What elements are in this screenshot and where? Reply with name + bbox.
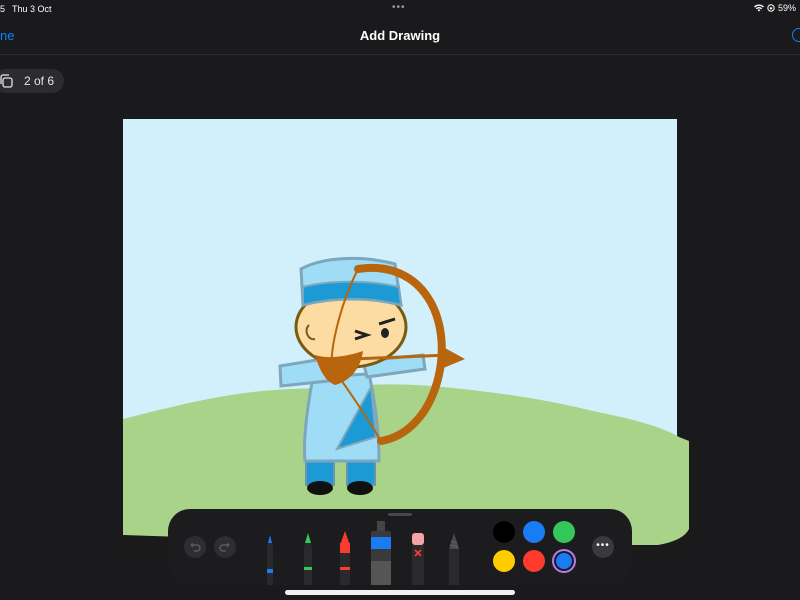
toolbar-grabber[interactable] <box>388 513 412 516</box>
ellipsis-icon: ••• <box>596 540 610 551</box>
orientation-lock-icon <box>767 4 775 12</box>
page-indicator[interactable]: 2 of 6 <box>0 69 64 93</box>
wifi-icon <box>753 4 764 12</box>
redo-icon <box>219 542 230 552</box>
pencil-tool-icon[interactable] <box>444 531 464 585</box>
crayon-tool-icon[interactable] <box>334 529 356 585</box>
pages-icon <box>0 74 13 88</box>
color-swatch[interactable] <box>523 521 545 543</box>
color-swatch[interactable] <box>556 553 572 569</box>
status-indicators: 59% <box>753 3 796 13</box>
undo-icon <box>190 542 201 552</box>
eraser-tool-icon[interactable] <box>408 531 428 585</box>
page-indicator-label: 2 of 6 <box>24 74 55 88</box>
page-title: Add Drawing <box>359 28 441 43</box>
battery-percentage: 59% <box>777 3 796 13</box>
undo-button[interactable] <box>184 536 206 558</box>
pen-tool-icon[interactable] <box>260 533 280 585</box>
drawing-toolbar: ••• <box>168 509 632 585</box>
more-options-button[interactable]: ••• <box>592 536 614 558</box>
status-time: 5 <box>0 4 6 14</box>
redo-button[interactable] <box>214 536 236 558</box>
navigation-bar: ne Add Drawing <box>0 18 800 55</box>
color-swatch[interactable] <box>493 521 515 543</box>
color-swatch[interactable] <box>523 550 545 572</box>
color-swatch[interactable] <box>553 521 575 543</box>
drawing-canvas[interactable] <box>123 119 689 559</box>
color-swatch[interactable] <box>493 550 515 572</box>
options-button-icon[interactable] <box>792 28 800 42</box>
fountain-pen-tool-icon[interactable] <box>368 521 394 585</box>
status-bar: 5 Thu 3 Oct ••• 59% <box>0 0 800 18</box>
multitasking-dots-icon[interactable]: ••• <box>392 2 406 13</box>
status-date: Thu 3 Oct <box>12 4 52 14</box>
marker-tool-icon[interactable] <box>298 531 318 585</box>
home-indicator[interactable] <box>285 590 515 595</box>
